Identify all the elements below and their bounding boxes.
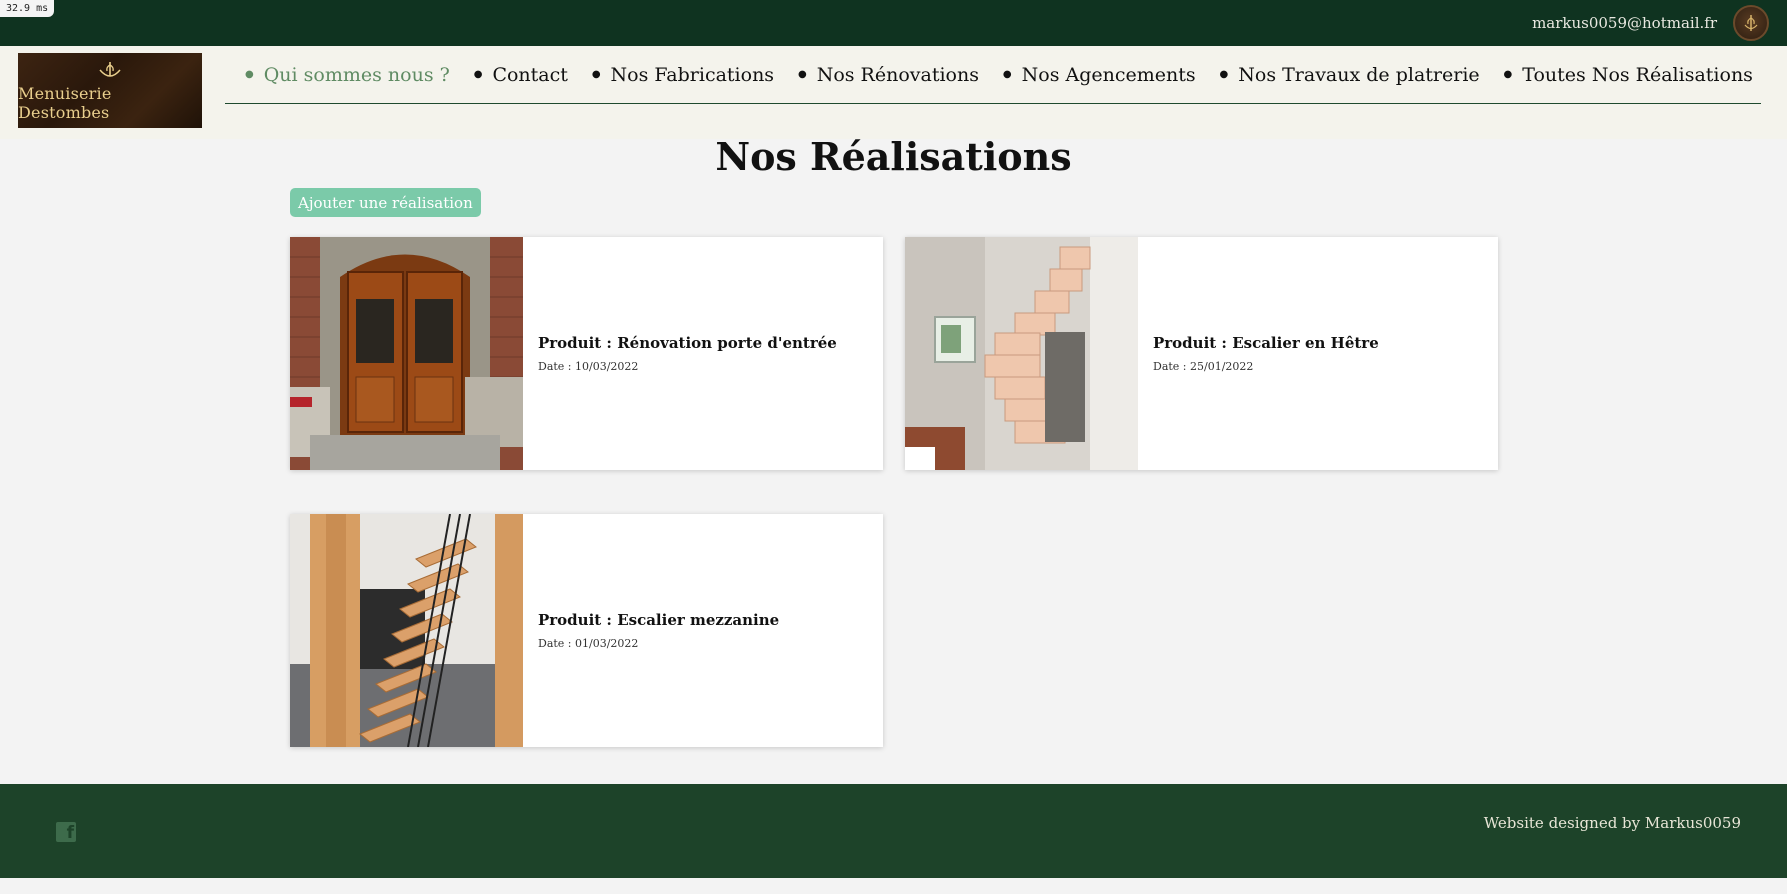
card-date: Date : 10/03/2022 (538, 360, 639, 373)
wheat-emblem-icon (99, 61, 121, 77)
nav-item-contact[interactable]: ● Contact (474, 64, 568, 86)
card-title: Produit : Escalier mezzanine (538, 611, 780, 629)
facebook-icon[interactable]: f (56, 822, 76, 842)
bullet-icon: ● (245, 69, 254, 80)
user-email[interactable]: markus0059@hotmail.fr (1532, 14, 1717, 32)
realisation-card[interactable]: Produit : Escalier en Hêtre Date : 25/01… (905, 237, 1498, 470)
bullet-icon: ● (1503, 69, 1513, 80)
page-title: Nos Réalisations (715, 134, 1072, 179)
card-info: Produit : Escalier en Hêtre Date : 25/01… (1138, 237, 1498, 470)
nav-item-label: Nos Fabrications (610, 63, 775, 86)
brand-logo[interactable]: Menuiserie Destombes (18, 53, 202, 128)
bullet-icon: ● (591, 69, 601, 80)
bullet-icon: ● (1002, 69, 1012, 80)
nav-item-qui-sommes-nous[interactable]: ● Qui sommes nous ? (245, 64, 450, 86)
perf-timer-badge: 32.9 ms (0, 0, 55, 17)
avatar[interactable] (1733, 5, 1769, 41)
wooden-door-image (290, 237, 523, 470)
mezzanine-staircase-image (290, 514, 523, 747)
add-realisation-button[interactable]: Ajouter une réalisation (290, 188, 481, 217)
brand-name: Menuiserie Destombes (18, 83, 112, 122)
nav-item-platrerie[interactable]: ● Nos Travaux de platrerie (1220, 64, 1480, 86)
card-title: Produit : Rénovation porte d'entrée (538, 334, 837, 352)
nav-item-label: Nos Agencements (1021, 63, 1196, 86)
nav-item-renovations[interactable]: ● Nos Rénovations (798, 64, 979, 86)
card-date: Date : 25/01/2022 (1153, 360, 1254, 373)
nav-item-label: Toutes Nos Réalisations (1522, 63, 1753, 86)
emblem-icon (1744, 15, 1758, 31)
footer-credit: Website designed by Markus0059 (1483, 814, 1741, 832)
bullet-icon: ● (473, 69, 483, 80)
footer: f Website designed by Markus0059 (0, 784, 1787, 878)
bottom-strip (0, 878, 1787, 894)
top-bar: markus0059@hotmail.fr (0, 0, 1787, 46)
card-date: Date : 01/03/2022 (538, 637, 639, 650)
beech-staircase-image (905, 237, 1138, 470)
nav-item-fabrications[interactable]: ● Nos Fabrications (592, 64, 774, 86)
main-nav: ● Qui sommes nous ? ● Contact ● Nos Fabr… (225, 46, 1761, 104)
bullet-icon: ● (797, 69, 807, 80)
card-title: Produit : Escalier en Hêtre (1153, 334, 1379, 352)
bullet-icon: ● (1219, 69, 1229, 80)
nav-item-label: Nos Travaux de platrerie (1238, 63, 1480, 86)
nav-item-label: Qui sommes nous ? (263, 63, 450, 86)
card-info: Produit : Escalier mezzanine Date : 01/0… (523, 514, 883, 747)
nav-item-label: Contact (492, 63, 568, 86)
realisation-card[interactable]: Produit : Escalier mezzanine Date : 01/0… (290, 514, 883, 747)
nav-item-agencements[interactable]: ● Nos Agencements (1003, 64, 1196, 86)
nav-item-label: Nos Rénovations (816, 63, 979, 86)
nav-item-toutes-realisations[interactable]: ● Toutes Nos Réalisations (1504, 64, 1753, 86)
navigation-bar: Menuiserie Destombes ● Qui sommes nous ?… (0, 46, 1787, 139)
card-info: Produit : Rénovation porte d'entrée Date… (523, 237, 883, 470)
realisation-card[interactable]: Produit : Rénovation porte d'entrée Date… (290, 237, 883, 470)
